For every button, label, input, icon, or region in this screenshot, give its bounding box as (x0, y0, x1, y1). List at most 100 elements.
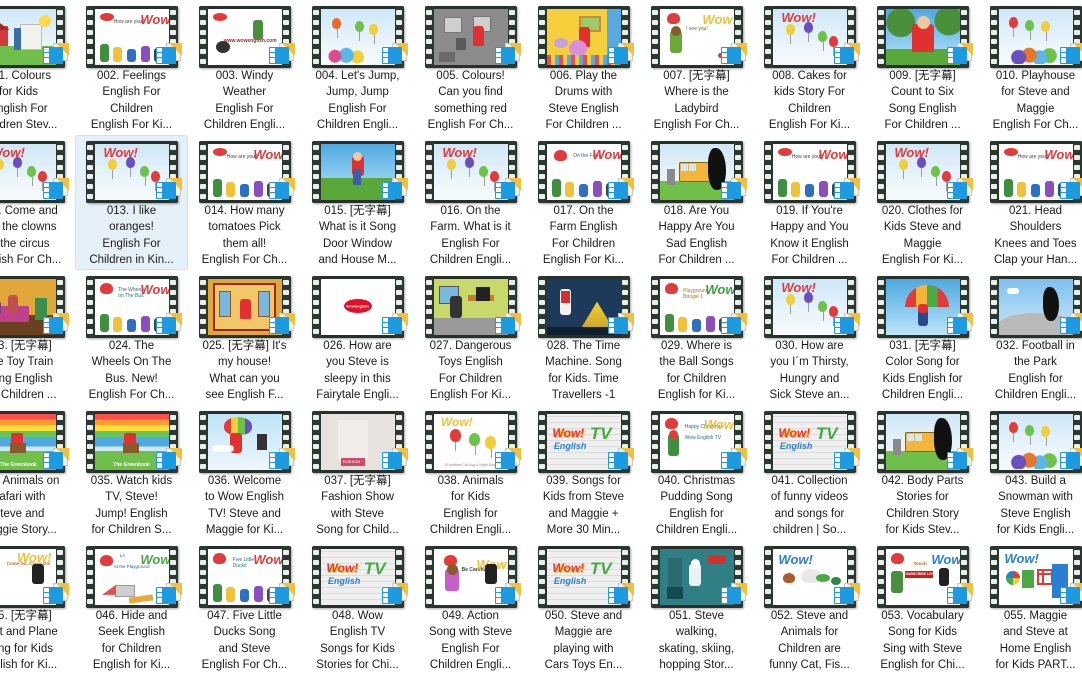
file-item-037[interactable]: FASHION 037. [无字幕] Fashion Show with Stev… (301, 405, 414, 540)
video-thumbnail[interactable]: Wow! (0, 139, 69, 203)
file-item-055[interactable]: Wow! 055. Maggie and Steve at Home Englis… (979, 540, 1082, 675)
video-thumbnail[interactable]: Wow! 10 bubbles Cat Dog & Night Song (421, 409, 521, 473)
file-item-023[interactable]: 023. [无字幕] The Toy Train Song English Fo… (0, 270, 75, 405)
video-thumbnail[interactable]: www.wowenglish.com (195, 4, 295, 68)
file-item-019[interactable]: How are you?Wow! 019. If You're Happy an… (753, 135, 866, 270)
video-thumbnail[interactable] (873, 274, 973, 338)
video-thumbnail[interactable]: Wow! I see you! (647, 4, 747, 68)
file-item-021[interactable]: How are you?Wow! 021. Head Shoulders Kne… (979, 135, 1082, 270)
video-thumbnail[interactable] (647, 139, 747, 203)
file-item-048[interactable]: Wow! English TV 048. Wow English TV Songs f… (301, 540, 414, 675)
video-thumbnail[interactable]: How are you?Wow! (760, 139, 860, 203)
video-thumbnail[interactable]: FASHION (308, 409, 408, 473)
video-thumbnail[interactable]: Wow! (873, 139, 973, 203)
file-item-031[interactable]: 031. [无字幕] Color Song for Kids English f… (866, 270, 979, 405)
video-thumbnail[interactable]: The Greenbook (82, 409, 182, 473)
file-item-053[interactable]: TouchSUBSCRIBE LIVEWow!053. Vocabulary S… (866, 540, 979, 675)
video-thumbnail[interactable] (421, 274, 521, 338)
file-item-001[interactable]: 001. Colours for Kids English For Childr… (0, 0, 75, 135)
file-item-046[interactable]: LAAt the PlaygroundWow!046. Hide and See… (75, 540, 188, 675)
video-thumbnail[interactable]: Wow! (986, 544, 1082, 608)
video-thumbnail[interactable]: Wow! (82, 139, 182, 203)
file-item-007[interactable]: Wow! I see you! 007. [无字幕] Where is the La… (640, 0, 753, 135)
video-thumbnail[interactable]: The Wheelson The BusWow! (82, 274, 182, 338)
file-item-029[interactable]: PlaygroundBoogie 1Wow! 029. Where is the… (640, 270, 753, 405)
file-item-013[interactable]: Wow! 013. I like oranges! English For Chi… (75, 135, 188, 270)
video-thumbnail[interactable] (308, 4, 408, 68)
file-item-005[interactable]: 005. Colours! Can you find something red… (414, 0, 527, 135)
video-thumbnail[interactable]: The Greenbook (0, 409, 69, 473)
file-item-051[interactable]: 051. Steve walking, skating, skiing, hop… (640, 540, 753, 675)
video-thumbnail[interactable]: How are you?Wow! (195, 139, 295, 203)
file-item-036[interactable]: 036. Welcome to Wow English TV! Steve an… (188, 405, 301, 540)
file-item-017[interactable]: On the FarmWow! 017. On the Farm English… (527, 135, 640, 270)
video-thumbnail[interactable]: PlaygroundBoogie 1Wow! (647, 274, 747, 338)
file-item-024[interactable]: The Wheelson The BusWow! 024. The Wheels… (75, 270, 188, 405)
video-thumbnail[interactable] (0, 274, 69, 338)
video-thumbnail[interactable] (873, 409, 973, 473)
file-item-030[interactable]: Wow! 030. How are you I´m Thirsty, Hungry… (753, 270, 866, 405)
video-thumbnail[interactable]: TouchSUBSCRIBE LIVEWow! (873, 544, 973, 608)
file-item-016[interactable]: Wow! 016. On the Farm. What is it English… (414, 135, 527, 270)
video-thumbnail[interactable] (534, 4, 634, 68)
file-item-040[interactable]: Happy ChristmasWow English TVWow!040. Ch… (640, 405, 753, 540)
video-thumbnail[interactable]: LAAt the PlaygroundWow! (82, 544, 182, 608)
video-thumbnail[interactable]: Wow! (760, 544, 860, 608)
video-thumbnail[interactable]: wowenglish (308, 274, 408, 338)
file-item-027[interactable]: 027. Dangerous Toys English For Children… (414, 270, 527, 405)
file-item-052[interactable]: Wow! 052. Steve and Animals for Children … (753, 540, 866, 675)
video-thumbnail[interactable] (0, 4, 69, 68)
file-item-050[interactable]: Wow! English TV 050. Steve and Maggie are p… (527, 540, 640, 675)
file-item-049[interactable]: Be Careful!Wow!049. Action Song with Ste… (414, 540, 527, 675)
video-thumbnail[interactable]: On the FarmWow! (534, 139, 634, 203)
file-item-012[interactable]: Wow!012. Come and see the clowns at the … (0, 135, 75, 270)
video-thumbnail[interactable]: Wow! Come On, Come On! (0, 544, 69, 608)
file-item-025[interactable]: 025. [无字幕] It's my house! What can you s… (188, 270, 301, 405)
video-thumbnail[interactable] (647, 544, 747, 608)
video-thumbnail[interactable] (986, 274, 1082, 338)
file-item-038[interactable]: Wow! 10 bubbles Cat Dog & Night Song 038. … (414, 405, 527, 540)
video-thumbnail[interactable]: Be Careful!Wow! (421, 544, 521, 608)
video-thumbnail[interactable]: Five LittleDucksWow! (195, 544, 295, 608)
file-item-008[interactable]: Wow! 008. Cakes for kids Story For Childr… (753, 0, 866, 135)
video-thumbnail[interactable] (873, 4, 973, 68)
thumbnail-grid[interactable]: 001. Colours for Kids English For Childr… (0, 0, 1082, 676)
video-thumbnail[interactable]: How are you?Wow! (82, 4, 182, 68)
file-item-002[interactable]: How are you?Wow! 002. Feelings English F… (75, 0, 188, 135)
file-item-041[interactable]: Wow! English TV 041. Collection of funny vi… (753, 405, 866, 540)
file-item-026[interactable]: wowenglish 026. How are you Steve is slee… (301, 270, 414, 405)
video-thumbnail[interactable]: Wow! (421, 139, 521, 203)
file-item-047[interactable]: Five LittleDucksWow! 047. Five Little Du… (188, 540, 301, 675)
file-item-010[interactable]: 010. Playhouse for Steve and Maggie Engl… (979, 0, 1082, 135)
file-item-035[interactable]: The Greenbook 035. Watch kids TV, Steve! … (75, 405, 188, 540)
video-thumbnail[interactable]: Happy ChristmasWow English TVWow! (647, 409, 747, 473)
video-thumbnail[interactable]: Wow! (760, 4, 860, 68)
video-thumbnail[interactable] (195, 274, 295, 338)
file-item-006[interactable]: 006. Play the Drums with Steve English F… (527, 0, 640, 135)
video-thumbnail[interactable]: How are you?Wow! (986, 139, 1082, 203)
video-thumbnail[interactable]: Wow! (760, 274, 860, 338)
video-thumbnail[interactable] (986, 409, 1082, 473)
video-thumbnail[interactable] (421, 4, 521, 68)
video-thumbnail[interactable] (534, 274, 634, 338)
video-thumbnail[interactable] (308, 139, 408, 203)
video-thumbnail[interactable]: Wow! English TV (760, 409, 860, 473)
file-item-020[interactable]: Wow! 020. Clothes for Kids Steve and Magg… (866, 135, 979, 270)
file-item-039[interactable]: Wow! English TV 039. Songs for Kids from St… (527, 405, 640, 540)
file-item-042[interactable]: 042. Body Parts Stories for Children Sto… (866, 405, 979, 540)
file-item-045[interactable]: Wow!Come On, Come On!045. [无字幕] Boat and… (0, 540, 75, 675)
video-thumbnail[interactable] (195, 409, 295, 473)
video-thumbnail[interactable]: Wow! English TV (308, 544, 408, 608)
video-thumbnail[interactable] (986, 4, 1082, 68)
file-item-004[interactable]: 004. Let's Jump, Jump, Jump English For … (301, 0, 414, 135)
video-thumbnail[interactable]: Wow! English TV (534, 409, 634, 473)
file-item-018[interactable]: 018. Are You Happy Are You Sad English F… (640, 135, 753, 270)
file-item-009[interactable]: 009. [无字幕] Count to Six Song English For… (866, 0, 979, 135)
file-item-032[interactable]: 032. Football in the Park English for Ch… (979, 270, 1082, 405)
file-item-014[interactable]: How are you?Wow! 014. How many tomatoes … (188, 135, 301, 270)
file-item-034[interactable]: The Greenbook034. Animals on Safari with… (0, 405, 75, 540)
video-thumbnail[interactable]: Wow! English TV (534, 544, 634, 608)
file-item-028[interactable]: 028. The Time Machine. Song for Kids. Ti… (527, 270, 640, 405)
file-item-015[interactable]: 015. [无字幕] What is it Song Door Window a… (301, 135, 414, 270)
file-item-043[interactable]: 043. Build a Snowman with Steve English … (979, 405, 1082, 540)
